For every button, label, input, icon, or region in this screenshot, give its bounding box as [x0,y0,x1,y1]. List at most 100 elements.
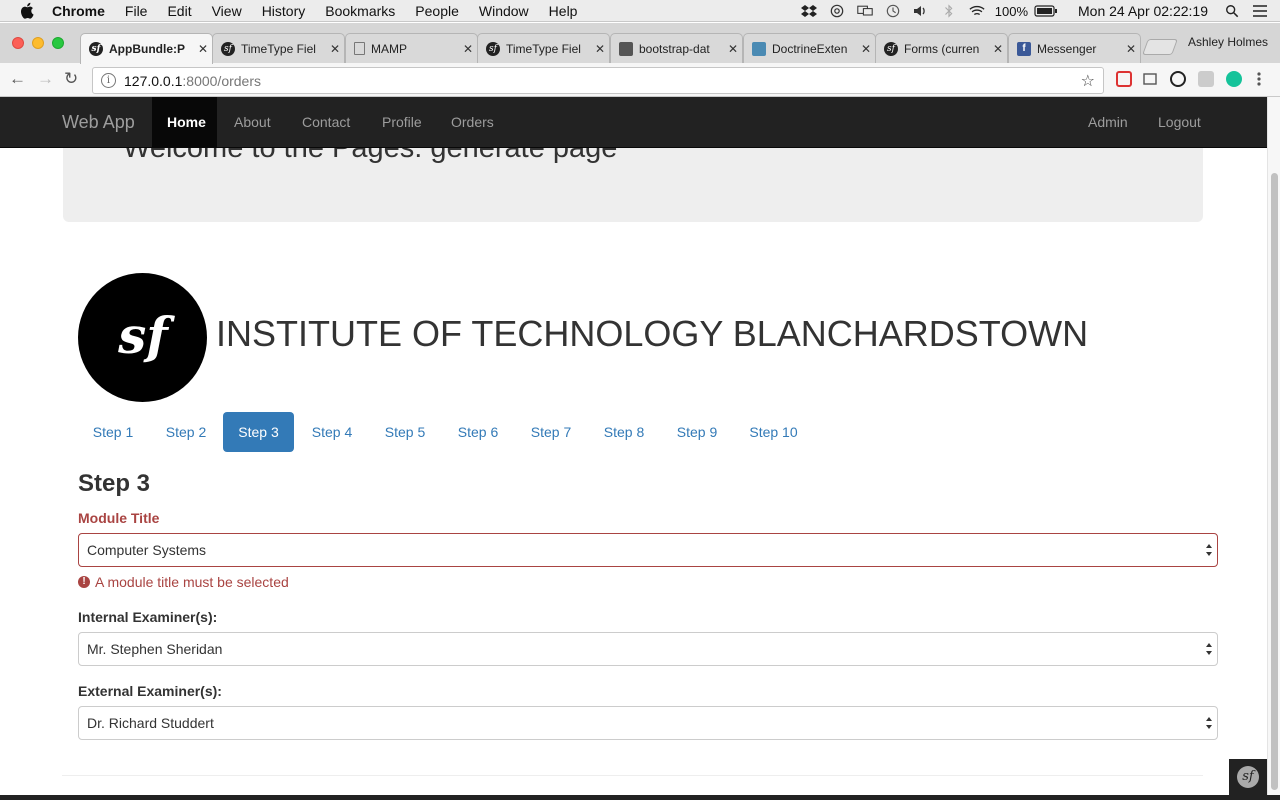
menu-app-name[interactable]: Chrome [52,3,105,19]
step-8-tab[interactable]: Step 8 [589,412,659,452]
info-icon[interactable]: i [101,73,116,88]
back-arrow-icon[interactable]: ← [9,69,26,89]
step-2-tab[interactable]: Step 2 [151,412,221,452]
time-machine-icon[interactable] [885,4,901,18]
reload-icon[interactable]: ↻ [64,69,78,89]
close-tab-icon[interactable]: ✕ [591,42,609,56]
page-scrollbar[interactable] [1267,97,1280,795]
apple-menu-icon[interactable] [20,2,36,19]
menu-history[interactable]: History [262,3,306,19]
internal-examiner-select[interactable]: Mr. Stephen Sheridan [78,632,1218,666]
symfony-icon: sf [884,41,898,56]
close-tab-icon[interactable]: ✕ [724,42,742,56]
error-exclamation-icon: ! [78,576,90,588]
url-path: :8000/orders [182,72,261,89]
module-title-select[interactable]: Computer Systems [78,533,1218,567]
step-10-tab[interactable]: Step 10 [735,412,812,452]
symfony-icon: sf [221,41,235,56]
profile-name[interactable]: Ashley Holmes [1188,35,1268,49]
window-bottom-edge [0,795,1280,800]
scrollbar-thumb[interactable] [1271,173,1278,790]
menu-view[interactable]: View [212,3,242,19]
module-title-label: Module Title [78,510,160,526]
zoom-window-button[interactable] [52,37,64,49]
symfony-logo-icon: sf [117,306,175,365]
menu-edit[interactable]: Edit [167,3,191,19]
tab-label: DoctrineExten [772,41,848,56]
menu-bookmarks[interactable]: Bookmarks [325,3,395,19]
bluetooth-icon[interactable] [941,4,957,18]
module-title-error-text: A module title must be selected [95,574,289,590]
chrome-menu-icon[interactable] [1256,71,1262,87]
close-tab-icon[interactable]: ✕ [194,42,212,56]
cast-icon[interactable] [1142,71,1158,87]
module-title-value: Computer Systems [87,542,207,558]
step-4-tab[interactable]: Step 4 [297,412,367,452]
step-7-tab[interactable]: Step 7 [516,412,586,452]
close-tab-icon[interactable]: ✕ [459,42,477,56]
close-tab-icon[interactable]: ✕ [326,42,344,56]
close-tab-icon[interactable]: ✕ [989,42,1007,56]
step-1-tab[interactable]: Step 1 [78,412,148,452]
clock[interactable]: Mon 24 Apr 02:22:19 [1078,3,1208,19]
close-window-button[interactable] [12,37,24,49]
volume-icon[interactable] [913,4,929,18]
internal-examiner-label: Internal Examiner(s): [78,609,218,625]
navbar-brand[interactable]: Web App [62,112,135,133]
symfony-icon: sf [486,41,500,56]
tab-appbundle[interactable]: sf AppBundle:P ✕ [80,33,213,64]
wifi-icon[interactable] [969,4,985,18]
browser-tab-strip: sf AppBundle:P ✕ sf TimeType Fiel ✕ MAMP… [0,23,1280,64]
tab-forms[interactable]: sf Forms (curren ✕ [875,33,1008,63]
nav-home[interactable]: Home [152,97,217,148]
close-tab-icon[interactable]: ✕ [857,42,875,56]
close-tab-icon[interactable]: ✕ [1122,42,1140,56]
tab-bootstrap[interactable]: bootstrap-dat ✕ [610,33,743,63]
symfony-logo: sf [78,273,207,402]
select-arrows-icon [1206,643,1212,655]
menu-window[interactable]: Window [479,3,529,19]
extension-red-icon[interactable] [1116,71,1132,87]
tab-mamp[interactable]: MAMP ✕ [345,33,478,63]
tab-label: TimeType Fiel [506,41,581,56]
nav-profile[interactable]: Profile [367,97,437,148]
external-examiner-select[interactable]: Dr. Richard Studdert [78,706,1218,740]
select-arrows-icon [1206,544,1212,556]
tab-doctrine[interactable]: DoctrineExten ✕ [743,33,876,63]
tab-label: TimeType Fiel [241,41,316,56]
spotlight-icon[interactable] [1224,4,1240,18]
browser-toolbar: ← → ↻ i 127.0.0.1:8000/orders ☆ [0,63,1280,97]
menu-people[interactable]: People [415,3,459,19]
address-bar[interactable]: i 127.0.0.1:8000/orders ☆ [92,67,1104,94]
grammarly-icon[interactable] [1226,71,1242,87]
step-5-tab[interactable]: Step 5 [370,412,440,452]
new-tab-button[interactable] [1142,39,1178,55]
at-sign-icon[interactable] [829,4,845,18]
nav-logout[interactable]: Logout [1143,97,1216,148]
dropbox-icon[interactable] [800,4,817,18]
symfony-toolbar-toggle[interactable]: sf [1229,759,1267,795]
nav-about[interactable]: About [219,97,286,148]
tab-messenger[interactable]: f Messenger ✕ [1008,33,1141,63]
tab-timetype-2[interactable]: sf TimeType Fiel ✕ [477,33,610,63]
forward-arrow-icon[interactable]: → [37,69,54,89]
macos-menubar: Chrome File Edit View History Bookmarks … [0,0,1280,22]
menu-help[interactable]: Help [549,3,578,19]
tab-label: Messenger [1037,41,1097,56]
tab-timetype-1[interactable]: sf TimeType Fiel ✕ [212,33,345,63]
step-heading: Step 3 [78,470,151,497]
step-3-tab[interactable]: Step 3 [223,412,294,452]
notification-center-icon[interactable] [1252,4,1268,18]
display-icon[interactable] [857,4,873,18]
step-6-tab[interactable]: Step 6 [443,412,513,452]
menu-file[interactable]: File [125,3,148,19]
extension-dark-icon[interactable] [1170,71,1186,87]
battery-icon[interactable] [1034,4,1058,18]
nav-admin[interactable]: Admin [1073,97,1143,148]
minimize-window-button[interactable] [32,37,44,49]
nav-contact[interactable]: Contact [287,97,365,148]
nav-orders[interactable]: Orders [436,97,509,148]
step-9-tab[interactable]: Step 9 [662,412,732,452]
extension-gray-icon[interactable] [1198,71,1214,87]
bookmark-star-icon[interactable]: ☆ [1081,71,1095,91]
